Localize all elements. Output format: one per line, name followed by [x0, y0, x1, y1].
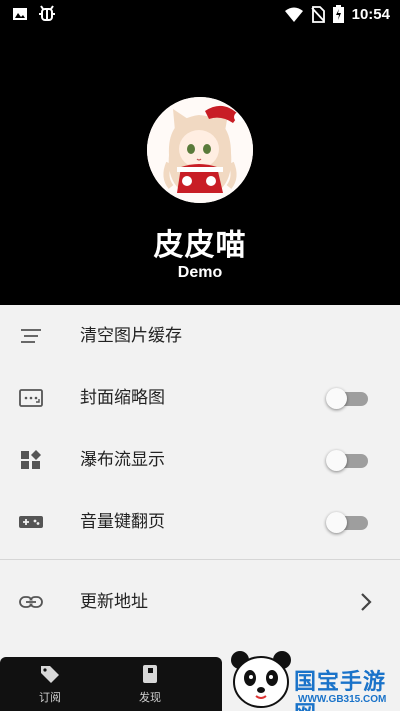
toggle-knob	[326, 388, 347, 409]
toggle-knob	[326, 512, 347, 533]
site-watermark: 国宝手游网 WWW.GB315.COM	[228, 630, 400, 711]
settings-menu-secondary: 更新地址	[0, 571, 400, 633]
gamepad-icon	[19, 516, 43, 528]
tab-label-subscribe: 订阅	[39, 691, 61, 704]
status-bar: 10:54	[0, 0, 400, 28]
profile-name: 皮皮喵	[153, 228, 247, 263]
tab-discover[interactable]: 发现	[100, 657, 200, 711]
menu-item-cover-thumbnail[interactable]: 封面缩略图	[0, 367, 400, 429]
menu-item-update-address[interactable]: 更新地址	[0, 571, 400, 633]
bug-icon	[39, 5, 55, 21]
menu-item-volume-key-paging[interactable]: 音量键翻页	[0, 491, 400, 553]
anime-girl-avatar-image	[147, 97, 253, 203]
volume-key-paging-toggle[interactable]	[326, 512, 370, 533]
menu-label-cover-thumbnail: 封面缩略图	[80, 388, 165, 408]
battery-charging-icon	[332, 5, 344, 23]
no-sim-icon	[310, 5, 325, 23]
clear-lines-icon	[21, 329, 41, 343]
profile-header: 皮皮喵 Demo	[0, 28, 400, 305]
menu-item-waterfall-display[interactable]: 瀑布流显示	[0, 429, 400, 491]
wifi-icon	[284, 7, 303, 22]
menu-label-waterfall-display: 瀑布流显示	[80, 450, 165, 470]
tab-subscribe[interactable]: 订阅	[0, 657, 100, 711]
waterfall-display-toggle[interactable]	[326, 450, 370, 471]
menu-label-update-address: 更新地址	[80, 592, 148, 612]
settings-menu: 清空图片缓存 封面缩略图 瀑布流显示 音量键翻页	[0, 305, 400, 553]
link-icon	[19, 596, 43, 608]
chevron-right-icon	[361, 593, 372, 611]
book-icon	[143, 665, 157, 683]
watermark-url: WWW.GB315.COM	[298, 694, 387, 705]
panda-logo	[231, 651, 291, 708]
profile-subtitle: Demo	[177, 264, 223, 281]
status-time: 10:54	[351, 5, 390, 23]
menu-divider	[0, 559, 400, 560]
avatar[interactable]	[147, 97, 253, 203]
menu-label-volume-key-paging: 音量键翻页	[80, 512, 165, 532]
dashboard-grid-icon	[21, 450, 41, 469]
tab-label-discover: 发现	[139, 691, 161, 704]
cover-thumbnail-toggle[interactable]	[326, 388, 370, 409]
menu-label-clear-cache: 清空图片缓存	[80, 326, 182, 346]
image-icon	[13, 8, 27, 20]
tag-icon	[41, 666, 59, 683]
toggle-knob	[326, 450, 347, 471]
bottom-navigation: 订阅 发现	[0, 657, 222, 711]
menu-item-clear-cache[interactable]: 清空图片缓存	[0, 305, 400, 367]
thumbnail-icon	[19, 389, 43, 407]
